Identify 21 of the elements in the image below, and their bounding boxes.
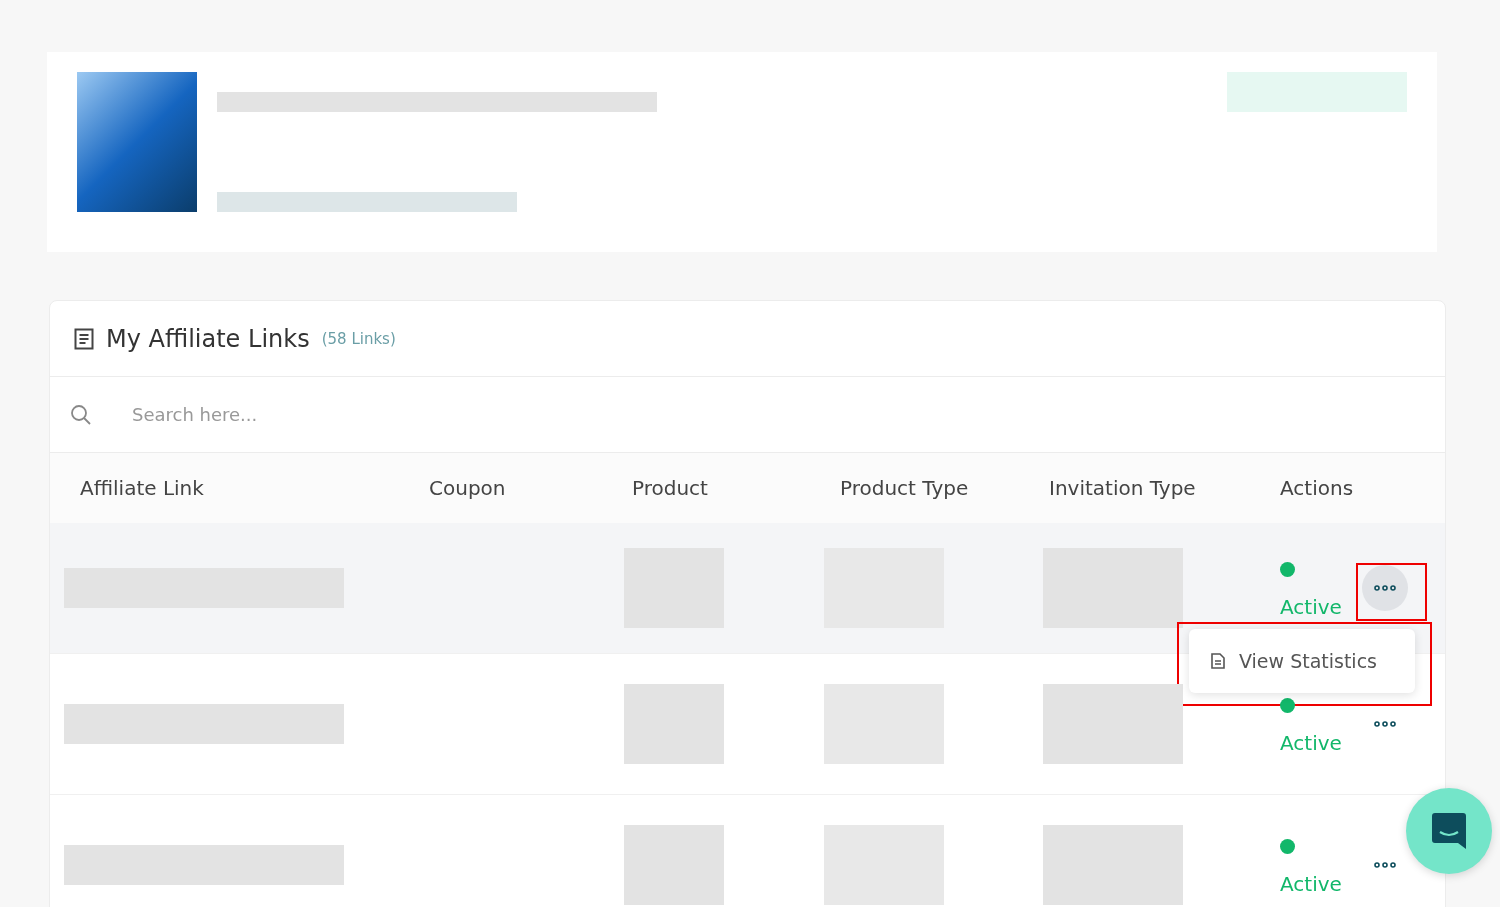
status-label: Active: [1280, 730, 1342, 755]
column-header: Affiliate Link: [80, 476, 205, 500]
chat-icon: [1432, 813, 1466, 849]
more-options-button[interactable]: [1361, 565, 1408, 611]
status-label: Active: [1280, 871, 1342, 896]
more-icon: [1373, 585, 1396, 591]
panel-title: My Affiliate Links: [106, 324, 310, 353]
column-header: Coupon: [429, 476, 507, 500]
column-header: Invitation Type: [1049, 476, 1197, 500]
column-header: Product Type: [840, 476, 970, 500]
document-icon: [1211, 653, 1225, 669]
column-header: Actions: [1280, 476, 1355, 500]
status-label: Active: [1280, 594, 1342, 619]
more-icon: [1373, 721, 1396, 727]
link-count: (58 Links): [321, 329, 396, 348]
menu-item[interactable]: View Statistics: [1189, 629, 1415, 693]
document-icon: [74, 327, 94, 350]
search-icon: [70, 403, 92, 426]
column-header: Product: [632, 476, 709, 500]
chat-button[interactable]: [1406, 788, 1492, 874]
more-icon: [1373, 862, 1396, 868]
